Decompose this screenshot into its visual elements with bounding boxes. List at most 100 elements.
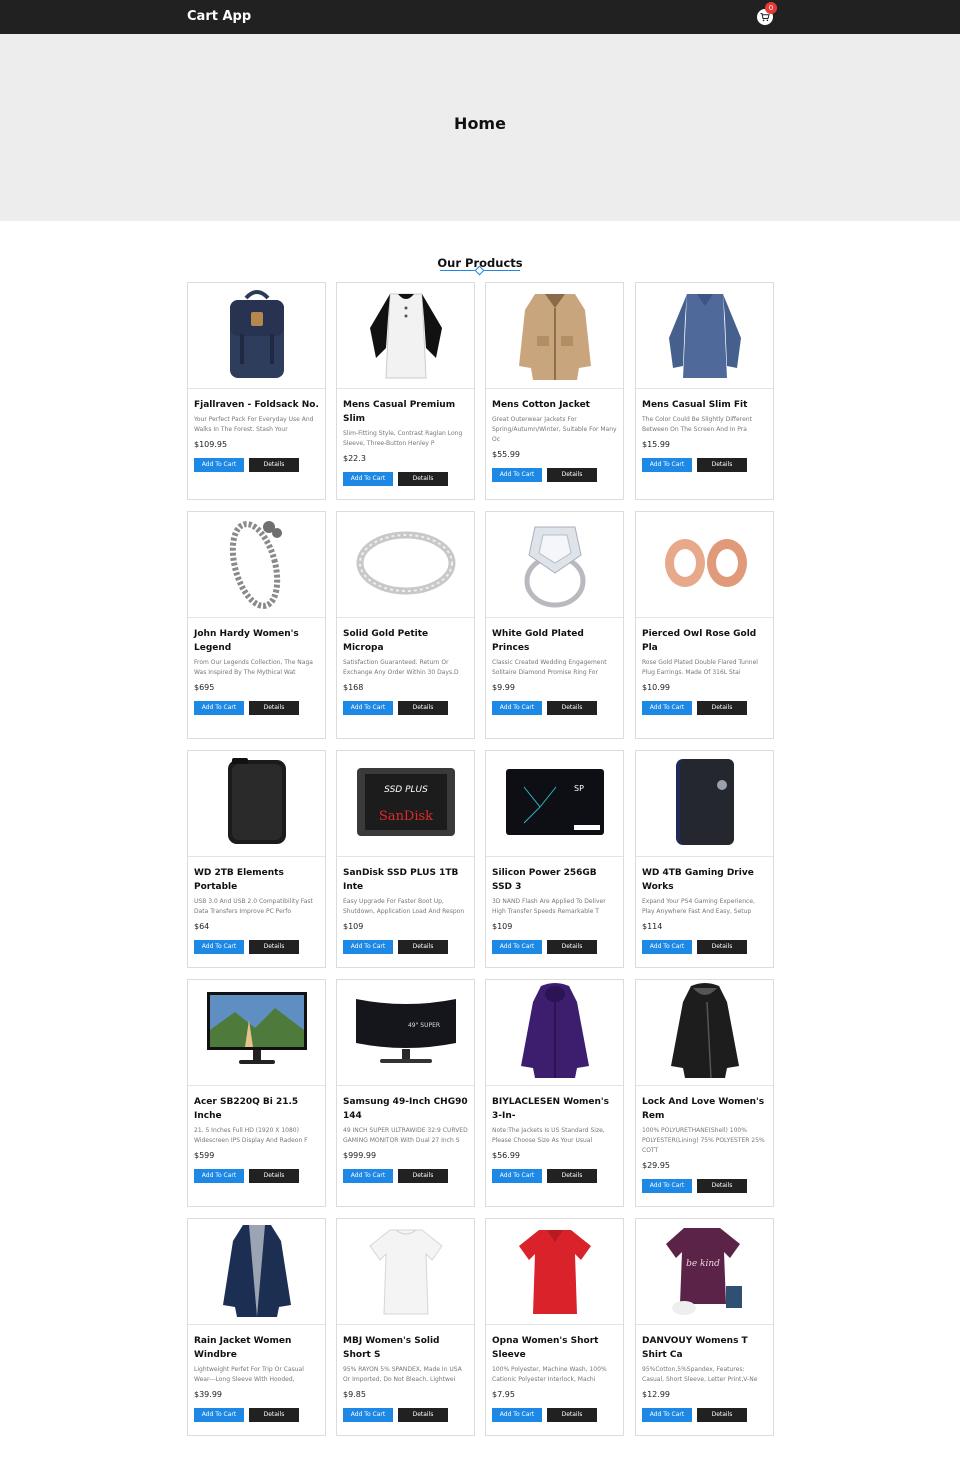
add-to-cart-button[interactable]: Add To Cart — [492, 701, 542, 715]
product-title: Mens Casual Slim Fit — [642, 400, 748, 410]
product-title: White Gold Plated Princes — [492, 629, 584, 653]
details-button[interactable]: Details — [398, 940, 448, 954]
product-description: 3D NAND Flash Are Applied To Deliver Hig… — [492, 898, 606, 915]
section-heading: Our Products — [0, 252, 960, 276]
product-description: 49 INCH SUPER ULTRAWIDE 32:9 CURVED GAMI… — [343, 1127, 468, 1144]
add-to-cart-button[interactable]: Add To Cart — [194, 701, 244, 715]
details-button[interactable]: Details — [547, 468, 597, 482]
details-button[interactable]: Details — [697, 701, 747, 715]
product-image[interactable] — [486, 1219, 623, 1325]
details-button[interactable]: Details — [398, 701, 448, 715]
add-to-cart-button[interactable]: Add To Cart — [343, 472, 393, 486]
product-price: $56.99 — [492, 1151, 520, 1160]
product-image[interactable] — [188, 1219, 325, 1325]
product-card: Acer SB220Q Bi 21.5 Inche 21. 5 Inches Fu… — [187, 979, 326, 1207]
product-image[interactable] — [636, 512, 773, 618]
product-title: DANVOUY Womens T Shirt Ca — [642, 1336, 748, 1360]
brand-logo[interactable]: Cart App — [187, 9, 251, 24]
add-to-cart-button[interactable]: Add To Cart — [492, 1169, 542, 1183]
product-card: White Gold Plated Princes Classic Created… — [485, 511, 624, 739]
product-image[interactable] — [337, 512, 474, 618]
details-button[interactable]: Details — [697, 940, 747, 954]
product-card: Pierced Owl Rose Gold Pla Rose Gold Plate… — [635, 511, 774, 739]
product-image[interactable] — [636, 283, 773, 389]
product-price: $695 — [194, 683, 215, 692]
product-image[interactable] — [188, 283, 325, 389]
hdd-icon — [222, 756, 292, 852]
add-to-cart-button[interactable]: Add To Cart — [194, 940, 244, 954]
product-image[interactable] — [337, 283, 474, 389]
svg-text:SP: SP — [574, 784, 584, 793]
details-button[interactable]: Details — [547, 940, 597, 954]
product-image[interactable]: 49" SUPER — [337, 980, 474, 1086]
product-image[interactable] — [636, 751, 773, 857]
raglan-shirt-icon — [366, 288, 446, 384]
product-image[interactable] — [486, 283, 623, 389]
product-image[interactable] — [188, 980, 325, 1086]
add-to-cart-button[interactable]: Add To Cart — [343, 1169, 393, 1183]
add-to-cart-button[interactable]: Add To Cart — [194, 1169, 244, 1183]
add-to-cart-button[interactable]: Add To Cart — [492, 468, 542, 482]
longsleeve-icon — [665, 288, 745, 384]
add-to-cart-button[interactable]: Add To Cart — [343, 1408, 393, 1422]
product-card: Rain Jacket Women Windbre Lightweight Per… — [187, 1218, 326, 1436]
product-image[interactable] — [636, 980, 773, 1086]
details-button[interactable]: Details — [697, 1408, 747, 1422]
product-card: SP Silicon Power 256GB SSD 3 3D NAND Flash… — [485, 750, 624, 968]
product-image[interactable] — [188, 512, 325, 618]
product-image[interactable]: be kind — [636, 1219, 773, 1325]
product-price: $64 — [194, 922, 210, 931]
add-to-cart-button[interactable]: Add To Cart — [194, 1408, 244, 1422]
product-title: Rain Jacket Women Windbre — [194, 1336, 292, 1360]
details-button[interactable]: Details — [697, 458, 747, 472]
product-title: John Hardy Women's Legend — [194, 629, 299, 653]
details-button[interactable]: Details — [398, 1408, 448, 1422]
cart-count-badge: 0 — [765, 2, 777, 14]
details-button[interactable]: Details — [249, 1408, 299, 1422]
add-to-cart-button[interactable]: Add To Cart — [343, 940, 393, 954]
add-to-cart-button[interactable]: Add To Cart — [642, 701, 692, 715]
details-button[interactable]: Details — [547, 701, 597, 715]
diamond-ring-icon — [515, 515, 595, 615]
product-card: Lock And Love Women's Rem 100% POLYURETHA… — [635, 979, 774, 1207]
add-to-cart-button[interactable]: Add To Cart — [492, 940, 542, 954]
product-description: 21. 5 Inches Full HD (1920 X 1080) Wides… — [194, 1127, 308, 1144]
product-title: WD 4TB Gaming Drive Works — [642, 868, 754, 892]
navbar: Cart App 0 — [0, 0, 960, 34]
details-button[interactable]: Details — [398, 1169, 448, 1183]
details-button[interactable]: Details — [398, 472, 448, 486]
details-button[interactable]: Details — [697, 1179, 747, 1193]
svg-text:49" SUPER: 49" SUPER — [407, 1022, 439, 1029]
product-card: BIYLACLESEN Women's 3-In- Note:The Jacket… — [485, 979, 624, 1207]
add-to-cart-button[interactable]: Add To Cart — [642, 940, 692, 954]
product-image[interactable] — [486, 512, 623, 618]
add-to-cart-button[interactable]: Add To Cart — [642, 1179, 692, 1193]
add-to-cart-button[interactable]: Add To Cart — [642, 1408, 692, 1422]
product-image[interactable]: SSD PLUS SanDisk — [337, 751, 474, 857]
product-card: be kind DANVOUY Womens T Shirt Ca 95%Cotto… — [635, 1218, 774, 1436]
product-card: Mens Casual Premium Slim Slim-Fitting Sty… — [336, 282, 475, 500]
add-to-cart-button[interactable]: Add To Cart — [194, 458, 244, 472]
details-button[interactable]: Details — [249, 1169, 299, 1183]
product-image[interactable] — [337, 1219, 474, 1325]
add-to-cart-button[interactable]: Add To Cart — [343, 701, 393, 715]
details-button[interactable]: Details — [249, 701, 299, 715]
rain-jacket-icon — [219, 1221, 295, 1323]
product-card: Mens Cotton Jacket Great Outerwear Jacket… — [485, 282, 624, 500]
details-button[interactable]: Details — [249, 458, 299, 472]
details-button[interactable]: Details — [547, 1408, 597, 1422]
product-description: USB 3.0 And USB 2.0 Compatibility Fast D… — [194, 898, 313, 915]
product-image[interactable] — [486, 980, 623, 1086]
details-button[interactable]: Details — [249, 940, 299, 954]
product-price: $10.99 — [642, 683, 670, 692]
add-to-cart-button[interactable]: Add To Cart — [492, 1408, 542, 1422]
details-button[interactable]: Details — [547, 1169, 597, 1183]
add-to-cart-button[interactable]: Add To Cart — [642, 458, 692, 472]
product-title: Pierced Owl Rose Gold Pla — [642, 629, 757, 653]
product-price: $109 — [492, 922, 513, 931]
product-image[interactable]: SP — [486, 751, 623, 857]
product-image[interactable] — [188, 751, 325, 857]
product-title: Silicon Power 256GB SSD 3 — [492, 868, 597, 892]
product-description: The Color Could Be Slightly Different Be… — [642, 416, 752, 433]
product-price: $9.85 — [343, 1390, 366, 1399]
